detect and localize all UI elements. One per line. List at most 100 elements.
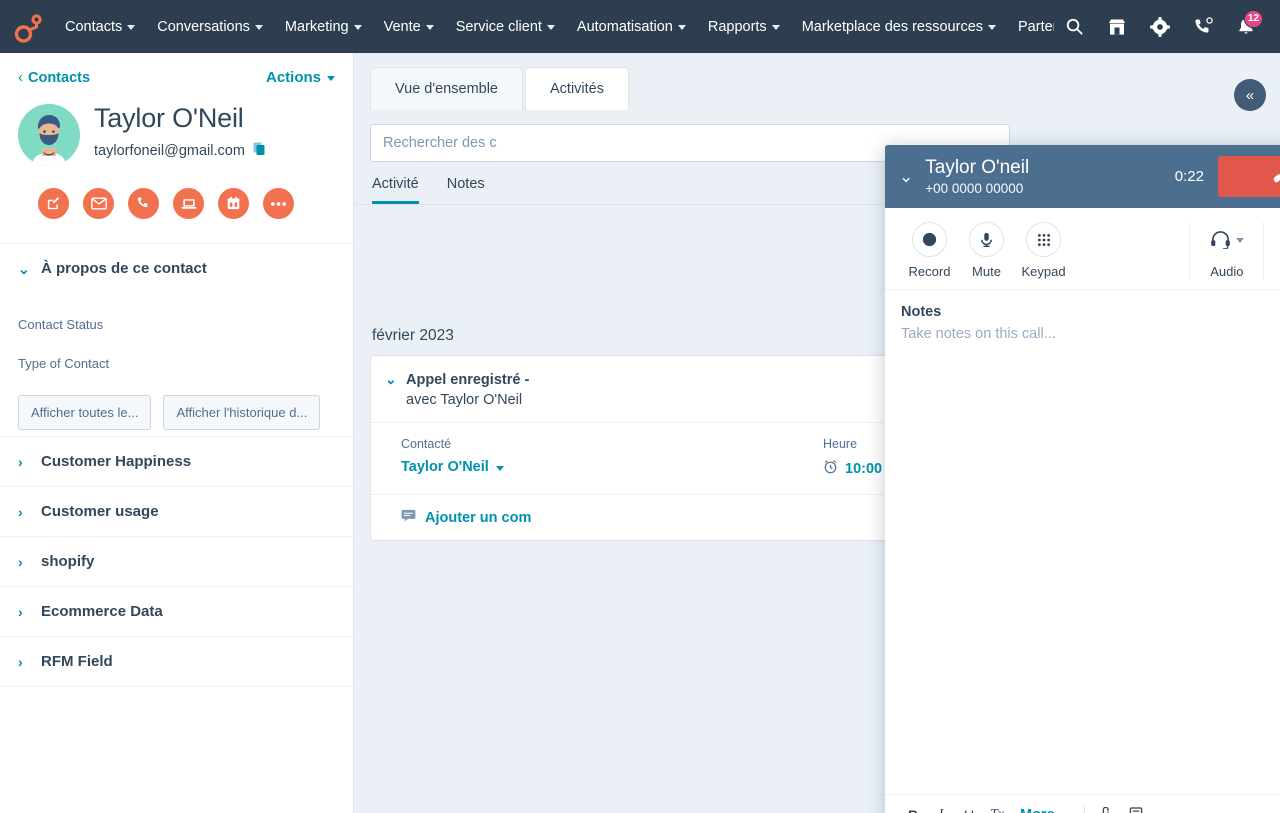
mute-button[interactable]: Mute [958, 222, 1015, 279]
nav-item-service-client[interactable]: Service client [445, 0, 566, 53]
chevron-down-icon: ⌄ [18, 262, 27, 276]
hangup-phone-icon[interactable] [1218, 156, 1280, 197]
underline-label: U [964, 807, 974, 813]
sidebar-top-row: ‹ Contacts Actions [18, 69, 335, 86]
more-formatting-dropdown[interactable]: More [1014, 807, 1075, 813]
contact-email-row: taylorfoneil@gmail.com [94, 142, 266, 161]
tab-vue-densemble[interactable]: Vue d'ensemble [370, 67, 523, 110]
call-icon[interactable] [128, 188, 159, 219]
nav-item-partenaires[interactable]: Partenaires [1007, 0, 1054, 53]
note-icon[interactable] [38, 188, 69, 219]
nav-label: Service client [456, 19, 542, 35]
call-controls: Record Mute Keypad [885, 208, 1280, 290]
record-button[interactable]: Record [901, 222, 958, 279]
comment-icon [401, 509, 416, 526]
bold-button[interactable]: B [899, 802, 927, 813]
notes-textarea[interactable] [885, 342, 1280, 794]
nav-label: Automatisation [577, 19, 673, 35]
copy-icon[interactable] [253, 142, 266, 161]
settings-gear-icon[interactable] [1140, 7, 1180, 47]
meeting-icon[interactable] [173, 188, 204, 219]
record-label: Record [909, 264, 951, 279]
more-label: More [1020, 807, 1055, 813]
clear-formatting-button[interactable]: Tx [983, 802, 1011, 813]
show-all-properties-button[interactable]: Afficher toutes le... [18, 395, 151, 430]
chevron-down-icon [327, 76, 335, 81]
field-value-text: Taylor O'Neil [401, 459, 489, 475]
chevron-down-icon [547, 25, 555, 30]
link-icon[interactable] [1094, 802, 1122, 813]
sidebar-section-rfm-field[interactable]: › RFM Field [0, 636, 353, 686]
contact-name: Taylor O'Neil [94, 104, 266, 134]
field-value-text: 10:00 [845, 461, 882, 477]
view-property-history-button[interactable]: Afficher l'historique d... [163, 395, 320, 430]
nav-label: Vente [384, 19, 421, 35]
chevron-down-icon[interactable]: ⌄ [385, 372, 394, 408]
chevron-double-left-icon[interactable]: « [1234, 79, 1266, 111]
section-header: › shopify [18, 553, 335, 570]
breadcrumb-contacts[interactable]: ‹ Contacts [18, 70, 90, 86]
section-header: › Customer Happiness [18, 453, 335, 470]
sidebar-section-about[interactable]: ⌄ À propos de ce contact [0, 243, 353, 293]
add-comment-link[interactable]: Ajouter un com [401, 509, 531, 526]
keypad-grid-icon [1026, 222, 1061, 257]
notifications-bell-icon[interactable]: 12 [1226, 7, 1266, 47]
nav-item-conversations[interactable]: Conversations [146, 0, 274, 53]
audio-device-selector[interactable]: Audio [1189, 222, 1263, 279]
sidebar-section-ecommerce-data[interactable]: › Ecommerce Data [0, 586, 353, 636]
chevron-down-icon[interactable]: ⌄ [899, 167, 913, 187]
nav-item-vente[interactable]: Vente [373, 0, 445, 53]
audio-label: Audio [1210, 264, 1243, 279]
avatar [18, 104, 80, 166]
nav-item-marketing[interactable]: Marketing [274, 0, 373, 53]
call-right-controls: Audio Network [1189, 222, 1280, 279]
subtab-notes[interactable]: Notes [447, 176, 485, 204]
hubspot-sprocket-logo[interactable] [12, 10, 46, 44]
call-contact-info: Taylor O'neil +00 0000 00000 [925, 157, 1175, 196]
nav-label: Partenaires [1018, 19, 1054, 35]
section-title: Customer usage [41, 503, 159, 520]
breadcrumb-label: Contacts [28, 70, 90, 86]
task-icon[interactable] [218, 188, 249, 219]
nav-item-rapports[interactable]: Rapports [697, 0, 791, 53]
network-status[interactable]: Network [1263, 222, 1280, 279]
more-ellipsis-icon[interactable] [263, 188, 294, 219]
toolbar-divider [1084, 805, 1085, 813]
identity-text: Taylor O'Neil taylorfoneil@gmail.com [94, 104, 266, 161]
call-widget-header: ⌄ Taylor O'neil +00 0000 00000 0:22 [885, 145, 1280, 208]
chevron-right-icon: › [18, 505, 27, 519]
nav-item-contacts[interactable]: Contacts [54, 0, 146, 53]
search-icon[interactable] [1054, 7, 1094, 47]
field-value-contact-link[interactable]: Taylor O'Neil [401, 459, 823, 475]
marketplace-icon[interactable] [1097, 7, 1137, 47]
notification-badge: 12 [1244, 10, 1263, 28]
chevron-right-icon: › [18, 605, 27, 619]
chevron-down-icon [988, 25, 996, 30]
keypad-button[interactable]: Keypad [1015, 222, 1072, 279]
sidebar-section-customer-usage[interactable]: › Customer usage [0, 486, 353, 536]
phone-icon[interactable] [1183, 7, 1223, 47]
nav-item-marketplace[interactable]: Marketplace des ressources [791, 0, 1007, 53]
sidebar-section-partial[interactable] [0, 686, 353, 719]
italic-button[interactable]: I [927, 802, 955, 813]
email-icon[interactable] [83, 188, 114, 219]
alarm-clock-icon [823, 459, 838, 478]
sidebar-section-customer-happiness[interactable]: › Customer Happiness [0, 436, 353, 486]
underline-button[interactable]: U [955, 802, 983, 813]
sidebar-section-shopify[interactable]: › shopify [0, 536, 353, 586]
contact-identity: Taylor O'Neil taylorfoneil@gmail.com [18, 104, 335, 166]
tab-activites[interactable]: Activités [525, 67, 629, 110]
chevron-left-icon: ‹ [18, 70, 23, 85]
subtab-activite[interactable]: Activité [372, 176, 419, 204]
chevron-right-icon: › [18, 555, 27, 569]
snippet-icon[interactable] [1122, 802, 1150, 813]
chevron-down-icon [127, 25, 135, 30]
section-title: Customer Happiness [41, 453, 191, 470]
clear-format-label: Tx [990, 807, 1004, 813]
chevron-right-icon: › [18, 655, 27, 669]
actions-dropdown[interactable]: Actions [266, 69, 335, 86]
nav-item-automatisation[interactable]: Automatisation [566, 0, 697, 53]
call-notes-header: Notes Take notes on this call... [885, 290, 1280, 342]
section-header: ⌄ À propos de ce contact [18, 260, 335, 277]
main-tabs: Vue d'ensemble Activités [354, 53, 1280, 110]
